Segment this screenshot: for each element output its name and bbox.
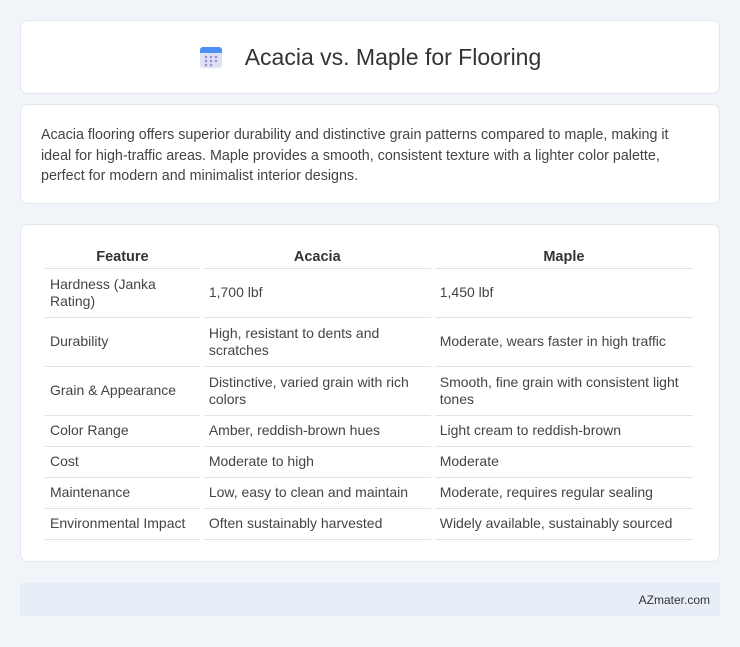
cell-feature: Grain & Appearance [45,367,200,416]
cell-acacia: Low, easy to clean and maintain [203,478,431,509]
table-row: Hardness (Janka Rating) 1,700 lbf 1,450 … [45,269,693,318]
cell-maple: Moderate, requires regular sealing [434,478,693,509]
table-row: Color Range Amber, reddish-brown hues Li… [45,416,693,447]
table-row: Maintenance Low, easy to clean and maint… [45,478,693,509]
cell-acacia: Moderate to high [203,447,431,478]
table-header-row: Feature Acacia Maple [45,245,693,269]
header-feature: Feature [45,245,200,269]
comparison-table: Feature Acacia Maple Hardness (Janka Rat… [41,245,697,540]
cell-maple: Moderate, wears faster in high traffic [434,318,693,367]
cell-acacia: 1,700 lbf [203,269,431,318]
cell-feature: Hardness (Janka Rating) [45,269,200,318]
cell-feature: Color Range [45,416,200,447]
cell-acacia: Distinctive, varied grain with rich colo… [203,367,431,416]
cell-feature: Cost [45,447,200,478]
cell-maple: Smooth, fine grain with consistent light… [434,367,693,416]
footer-site-link[interactable]: AZmater.com [639,593,710,607]
table-row: Durability High, resistant to dents and … [45,318,693,367]
cell-feature: Maintenance [45,478,200,509]
intro-card: Acacia flooring offers superior durabili… [20,104,720,204]
header-acacia: Acacia [203,245,431,269]
table-row: Grain & Appearance Distinctive, varied g… [45,367,693,416]
comparison-card: Feature Acacia Maple Hardness (Janka Rat… [20,224,720,562]
cell-acacia: Amber, reddish-brown hues [203,416,431,447]
table-row: Cost Moderate to high Moderate [45,447,693,478]
table-row: Environmental Impact Often sustainably h… [45,509,693,540]
intro-text: Acacia flooring offers superior durabili… [41,127,669,184]
cell-acacia: High, resistant to dents and scratches [203,318,431,367]
cell-maple: 1,450 lbf [434,269,693,318]
cell-acacia: Often sustainably harvested [203,509,431,540]
page-title: Acacia vs. Maple for Flooring [244,43,542,70]
header-maple: Maple [434,245,693,269]
cell-maple: Widely available, sustainably sourced [434,509,693,540]
cell-feature: Durability [45,318,200,367]
title-card: Acacia vs. Maple for Flooring [20,20,720,94]
footer: AZmater.com [20,583,720,616]
cell-feature: Environmental Impact [45,509,200,540]
calendar-icon [199,45,223,69]
cell-maple: Light cream to reddish-brown [434,416,693,447]
cell-maple: Moderate [434,447,693,478]
